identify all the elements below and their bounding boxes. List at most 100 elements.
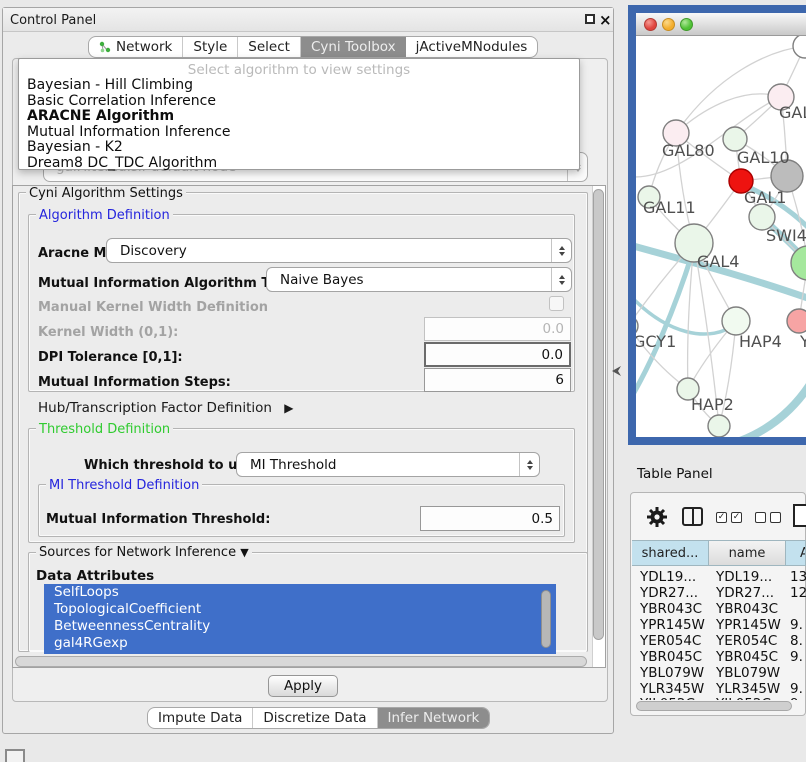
table-cell[interactable]: YLR345W <box>716 681 780 697</box>
table-cell[interactable]: 13 <box>790 569 806 585</box>
manual-kernel-width-checkbox[interactable] <box>549 296 564 311</box>
column-header-name[interactable]: name <box>709 540 786 566</box>
table-cell[interactable]: 9. <box>790 617 803 633</box>
table-cell[interactable]: YBR043C <box>716 601 778 617</box>
node-label: GAL10 <box>737 148 790 167</box>
network-node[interactable] <box>722 307 750 335</box>
table-cell[interactable]: YIL052C <box>640 696 695 700</box>
tab-network[interactable]: Network <box>89 37 183 57</box>
float-window-icon[interactable] <box>585 14 595 24</box>
kernel-width-field[interactable]: 0.0 <box>424 317 571 341</box>
tab-discretize-data[interactable]: Discretize Data <box>253 708 377 728</box>
node-label: GAL11 <box>643 198 696 217</box>
dropdown-item[interactable]: Bayesian - K2 <box>19 140 579 156</box>
table-cell[interactable]: YBR045C <box>716 649 778 665</box>
collapse-down-icon[interactable]: ▼ <box>240 546 248 559</box>
table-cell[interactable]: YLR345W <box>640 681 704 697</box>
dropdown-item[interactable]: Dream8 DC_TDC Algorithm <box>19 156 579 172</box>
unselect-all-checkbox-icon[interactable] <box>755 512 766 523</box>
table-cell[interactable]: YDL19... <box>640 569 696 585</box>
algorithm-dropdown: Select algorithm to view settings Bayesi… <box>18 58 580 170</box>
which-threshold-combobox[interactable]: MI Threshold <box>236 452 540 477</box>
kernel-width-label: Kernel Width (0,1): <box>38 325 178 340</box>
network-node[interactable] <box>793 36 806 58</box>
expand-right-icon[interactable]: ▶ <box>284 401 293 415</box>
list-scrollbar-thumb[interactable] <box>541 590 551 648</box>
list-item[interactable]: gal4RGexp <box>44 635 556 652</box>
table-horizontal-scrollbar-thumb[interactable] <box>636 701 792 711</box>
select-all-checkbox-icon[interactable]: ✓ <box>716 512 727 523</box>
table-panel-title: Table Panel <box>637 466 713 482</box>
network-node[interactable] <box>787 309 806 333</box>
table-cell[interactable]: YIL052C <box>716 696 771 700</box>
table-body[interactable]: YDL19... YDL19... 13 YDR27... YDR27... 1… <box>632 568 806 700</box>
minimize-traffic-icon[interactable] <box>662 18 675 31</box>
mi-steps-label: Mutual Information Steps: <box>38 375 231 390</box>
list-item[interactable]: BetweennessCentrality <box>44 618 556 635</box>
close-traffic-icon[interactable] <box>644 18 657 31</box>
table-cell[interactable]: YDR27... <box>640 585 698 601</box>
node-label: HAP4 <box>739 332 782 351</box>
mi-threshold-field[interactable]: 0.5 <box>420 506 560 531</box>
collapsed-panel-icon[interactable] <box>5 749 25 762</box>
gear-icon[interactable] <box>646 506 668 528</box>
table-cell[interactable]: YDL19... <box>716 569 772 585</box>
select-all-checkbox-icon[interactable]: ✓ <box>731 512 742 523</box>
table-cell[interactable]: YPR145W <box>716 617 781 633</box>
aracne-mode-combobox[interactable]: Discovery <box>106 238 572 263</box>
table-cell[interactable]: 9. <box>790 649 803 665</box>
table-cell[interactable]: YBL079W <box>640 665 704 681</box>
sources-title[interactable]: Sources for Network Inference ▼ <box>36 545 252 560</box>
table-cell[interactable]: YBR045C <box>640 649 702 665</box>
bottom-tabbar: Impute Data Discretize Data Infer Networ… <box>147 707 490 729</box>
table-cell[interactable]: YER054C <box>640 633 701 649</box>
network-node[interactable] <box>708 415 730 437</box>
network-canvas[interactable]: GAL GAL80 GAL10 GAL11 GAL1 SWI4 GAL4 GCY… <box>636 36 806 437</box>
dpi-tolerance-label: DPI Tolerance [0,1]: <box>38 350 183 365</box>
list-item[interactable]: SelfLoops <box>44 584 556 601</box>
dropdown-prompt: Select algorithm to view settings <box>19 59 579 78</box>
apply-button[interactable]: Apply <box>268 675 338 697</box>
table-cell[interactable]: 8. <box>790 633 803 649</box>
combo-spinner-icon <box>551 268 571 291</box>
hub-definition-expander[interactable]: Hub/Transcription Factor Definition ▶ <box>38 400 293 416</box>
tab-impute-data[interactable]: Impute Data <box>148 708 253 728</box>
dropdown-item-selected[interactable]: ARACNE Algorithm <box>19 109 579 125</box>
network-graph: GAL GAL80 GAL10 GAL11 GAL1 SWI4 GAL4 GCY… <box>636 36 806 437</box>
table-cell[interactable]: YER054C <box>716 633 777 649</box>
column-header-partial[interactable]: A <box>786 540 806 566</box>
vertical-scrollbar-thumb[interactable] <box>593 189 604 640</box>
close-icon[interactable]: × <box>599 11 612 29</box>
combo-spinner-icon <box>551 239 571 262</box>
tab-style[interactable]: Style <box>183 37 238 57</box>
node-label: GAL <box>779 103 806 122</box>
manual-kernel-width-label: Manual Kernel Width Definition <box>38 300 268 315</box>
control-panel-title: Control Panel <box>10 13 96 28</box>
tab-cyni-toolbox[interactable]: Cyni Toolbox <box>301 37 406 57</box>
table-cell[interactable]: 9 <box>790 696 799 700</box>
mi-algorithm-type-combobox[interactable]: Naive Bayes <box>266 267 572 292</box>
tab-select[interactable]: Select <box>238 37 301 57</box>
table-cell[interactable]: YDR27... <box>716 585 774 601</box>
dropdown-item[interactable]: Mutual Information Inference <box>19 125 579 141</box>
data-attributes-list[interactable]: SelfLoops TopologicalCoefficient Between… <box>44 584 556 654</box>
column-header-shared[interactable]: shared... <box>632 540 709 566</box>
tab-infer-network[interactable]: Infer Network <box>378 708 490 728</box>
dropdown-item[interactable]: Bayesian - Hill Climbing <box>19 78 579 94</box>
table-cell[interactable]: YBR043C <box>640 601 702 617</box>
mi-steps-field[interactable]: 6 <box>424 368 571 392</box>
table-cell[interactable]: YPR145W <box>640 617 705 633</box>
new-table-icon[interactable] <box>793 504 806 527</box>
list-item[interactable]: TopologicalCoefficient <box>44 601 556 618</box>
show-columns-icon[interactable] <box>682 507 703 526</box>
unselect-all-checkbox-icon[interactable] <box>770 512 781 523</box>
table-cell[interactable]: 12 <box>790 585 806 601</box>
dropdown-item[interactable]: Basic Correlation Inference <box>19 94 579 110</box>
table-cell[interactable]: YBL079W <box>716 665 780 681</box>
tab-jactivemnodules[interactable]: jActiveMNodules <box>406 37 538 57</box>
horizontal-scrollbar-thumb[interactable] <box>15 656 587 667</box>
table-cell[interactable]: 9. <box>790 681 803 697</box>
mi-threshold-label: Mutual Information Threshold: <box>46 512 270 527</box>
zoom-traffic-icon[interactable] <box>680 18 693 31</box>
dpi-tolerance-field[interactable]: 0.0 <box>424 342 571 367</box>
